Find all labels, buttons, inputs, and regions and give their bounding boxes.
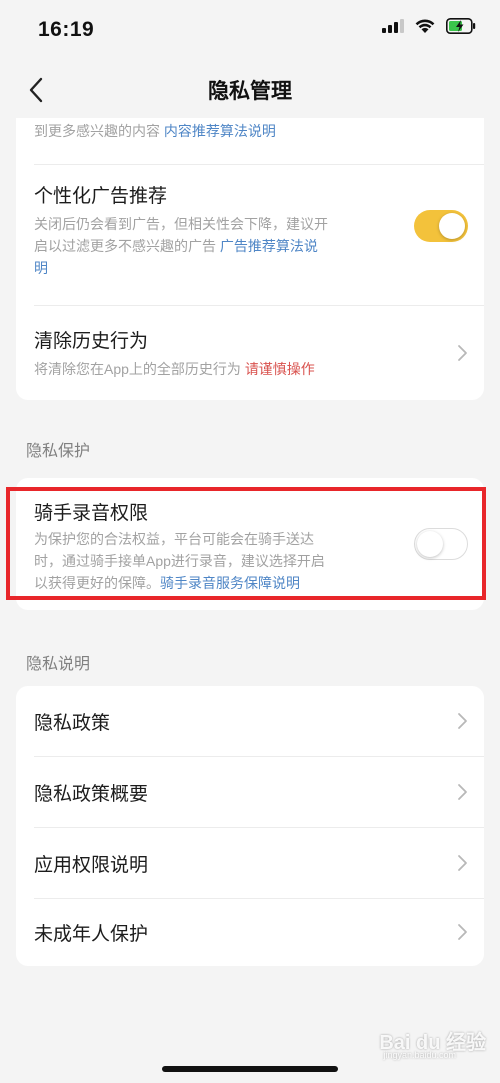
caution-warning: 请谨慎操作 [244,361,315,377]
privacy-info-card: 隐私政策 隐私政策概要 应用权限说明 未成年人保护 [16,686,484,966]
clear-history-row[interactable]: 清除历史行为 将清除您在App上的全部历史行为 请谨慎操作 [16,306,484,400]
rider-recording-service-link[interactable]: 骑手录音服务保障说明 [160,575,300,591]
privacy-info-item[interactable]: 隐私政策 [16,686,484,756]
privacy-info-item-label: 应用权限说明 [34,855,149,876]
content-algorithm-link[interactable]: 内容推荐算法说明 [164,123,276,139]
rider-recording-toggle[interactable] [414,528,468,560]
wifi-icon [414,18,436,39]
section-header-privacy-info: 隐私说明 [26,656,91,673]
privacy-info-item[interactable]: 未成年人保护 [16,899,484,966]
privacy-info-item-label: 未成年人保护 [34,924,149,945]
privacy-info-item-label: 隐私政策概要 [34,784,149,805]
clear-history-title: 清除历史行为 [34,331,149,352]
nav-bar: 隐私管理 [0,62,500,118]
privacy-protection-card: 骑手录音权限 为保护您的合法权益，平台可能会在骑手送达 时，通过骑手接单App进… [16,478,484,610]
settings-scroll-area[interactable]: 到更多感兴趣的内容 内容推荐算法说明 个性化广告推荐 关闭后仍会看到广告，但相关… [0,118,500,1083]
content-recommendation-desc: 到更多感兴趣的内容 内容推荐算法说明 [34,123,276,139]
chevron-right-icon [458,345,467,361]
chevron-right-icon [458,713,467,729]
status-icons [382,18,476,39]
privacy-info-item[interactable]: 隐私政策概要 [16,757,484,827]
rider-recording-desc: 为保护您的合法权益，平台可能会在骑手送达 时，通过骑手接单App进行录音，建议选… [34,531,325,591]
home-indicator[interactable] [162,1066,338,1072]
privacy-info-item-label: 隐私政策 [34,713,111,734]
battery-charging-icon [446,18,476,39]
status-time: 16:19 [38,18,95,41]
recommendation-settings-card: 到更多感兴趣的内容 内容推荐算法说明 个性化广告推荐 关闭后仍会看到广告，但相关… [16,118,484,400]
personalized-ad-title: 个性化广告推荐 [34,186,168,207]
personalized-ad-toggle[interactable] [414,210,468,242]
clear-history-desc: 将清除您在App上的全部历史行为 请谨慎操作 [34,361,315,377]
toggle-knob [417,531,443,557]
content-recommendation-row: 到更多感兴趣的内容 内容推荐算法说明 [16,118,484,164]
rider-recording-row: 骑手录音权限 为保护您的合法权益，平台可能会在骑手送达 时，通过骑手接单App进… [16,478,484,610]
page-title: 隐私管理 [208,80,292,103]
chevron-right-icon [458,784,467,800]
section-header-privacy-protection: 隐私保护 [26,443,91,460]
chevron-right-icon [458,855,467,871]
chevron-right-icon [458,924,467,940]
rider-recording-title: 骑手录音权限 [34,503,149,524]
watermark-url: jingyan.baidu.com [383,1050,456,1060]
toggle-knob [439,213,465,239]
signal-icon [382,19,404,38]
personalized-ad-desc: 关闭后仍会看到广告，但相关性会下降，建议开 启以过滤更多不感兴趣的广告 广告推荐… [34,213,374,279]
privacy-info-item[interactable]: 应用权限说明 [16,828,484,898]
ad-algorithm-link-continued[interactable]: 明 [34,257,374,279]
personalized-ad-row: 个性化广告推荐 关闭后仍会看到广告，但相关性会下降，建议开 启以过滤更多不感兴趣… [16,165,484,305]
status-bar: 16:19 [0,0,500,62]
ad-algorithm-link[interactable]: 广告推荐算法说 [220,238,318,254]
